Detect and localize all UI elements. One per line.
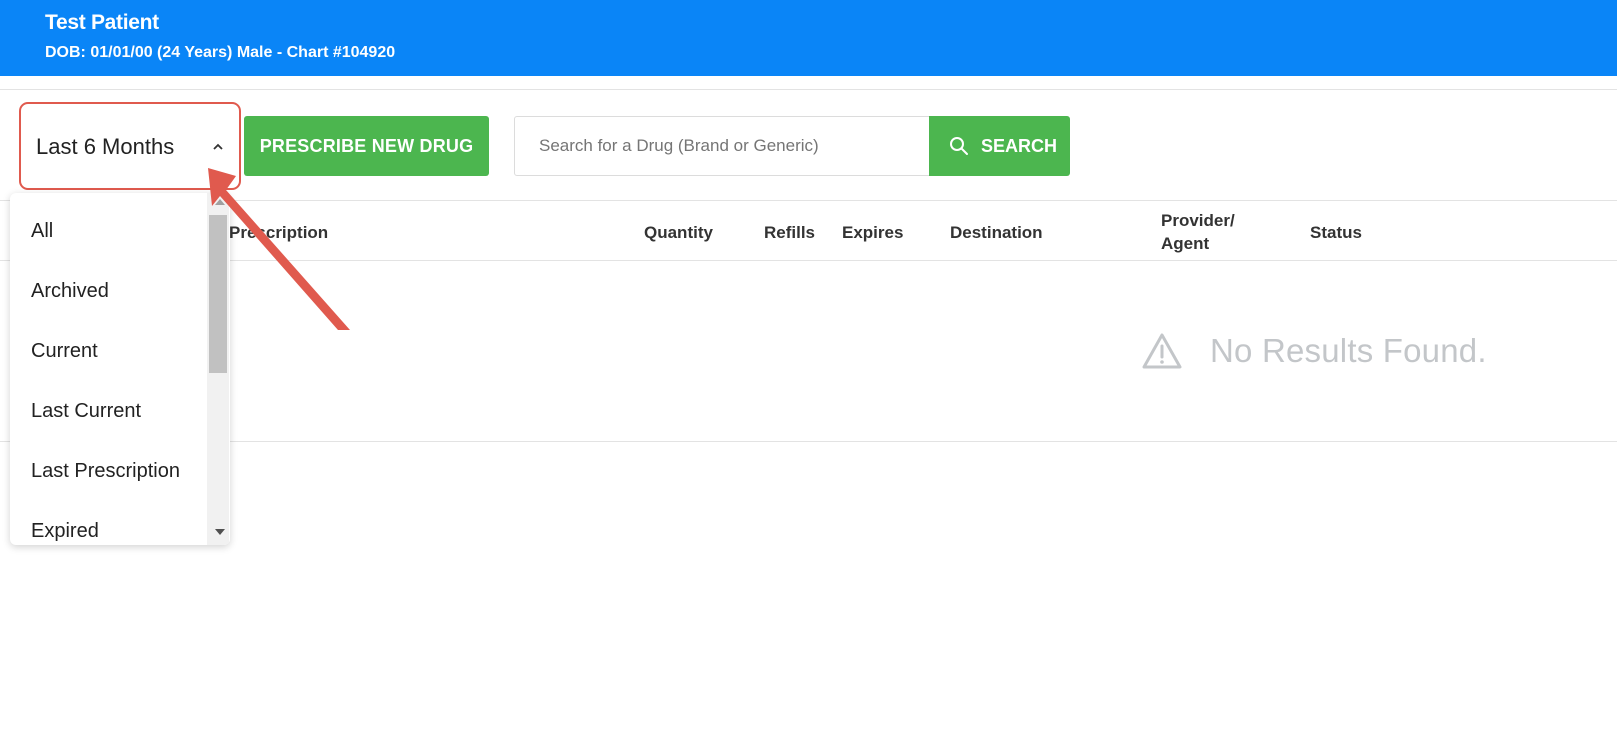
search-icon — [950, 137, 968, 155]
column-status[interactable]: Status — [1310, 223, 1362, 243]
empty-state: No Results Found. — [1141, 326, 1487, 376]
menu-option-last-prescription[interactable]: Last Prescription — [31, 460, 180, 483]
column-destination[interactable]: Destination — [950, 223, 1043, 243]
menu-option-all[interactable]: All — [31, 220, 53, 243]
table-bottom-divider — [0, 441, 1617, 442]
menu-scrollbar-thumb[interactable] — [209, 215, 227, 373]
menu-option-last-current[interactable]: Last Current — [31, 400, 141, 423]
column-prescription[interactable]: Prescription — [229, 223, 328, 243]
prescribe-new-drug-button[interactable]: PRESCRIBE NEW DRUG — [244, 116, 489, 176]
search-button[interactable]: SEARCH — [929, 116, 1070, 176]
column-quantity[interactable]: Quantity — [644, 223, 713, 243]
table-header-divider — [0, 260, 1617, 261]
column-expires[interactable]: Expires — [842, 223, 903, 243]
patient-info: DOB: 01/01/00 (24 Years) Male - Chart #1… — [45, 44, 396, 61]
search-button-label: SEARCH — [981, 135, 1058, 156]
header-divider — [0, 76, 1617, 90]
empty-state-text: No Results Found. — [1210, 332, 1487, 369]
prescriptions-page: Test Patient DOB: 01/01/00 (24 Years) Ma… — [0, 0, 1617, 748]
toolbar-divider — [0, 200, 1617, 201]
drug-search-input[interactable] — [514, 116, 930, 176]
column-provider-line1: Provider/ — [1161, 211, 1235, 230]
column-refills[interactable]: Refills — [764, 223, 815, 243]
chevron-up-icon — [213, 143, 223, 150]
menu-option-archived[interactable]: Archived — [31, 280, 109, 303]
scroll-down-arrow-icon[interactable] — [215, 529, 225, 535]
warning-icon — [1142, 333, 1182, 369]
date-range-select[interactable]: Last 6 Months — [19, 102, 241, 190]
patient-header: Test Patient DOB: 01/01/00 (24 Years) Ma… — [0, 0, 1617, 76]
patient-name: Test Patient — [45, 11, 159, 34]
date-range-menu: All Archived Current Last Current Last P… — [10, 193, 230, 545]
menu-option-current[interactable]: Current — [31, 340, 98, 363]
scroll-up-arrow-icon[interactable] — [215, 199, 225, 205]
menu-option-expired[interactable]: Expired — [31, 520, 99, 543]
column-provider-line2: Agent — [1161, 234, 1210, 253]
date-range-value: Last 6 Months — [36, 134, 175, 159]
column-provider[interactable]: Provider/ Agent — [1161, 211, 1235, 254]
